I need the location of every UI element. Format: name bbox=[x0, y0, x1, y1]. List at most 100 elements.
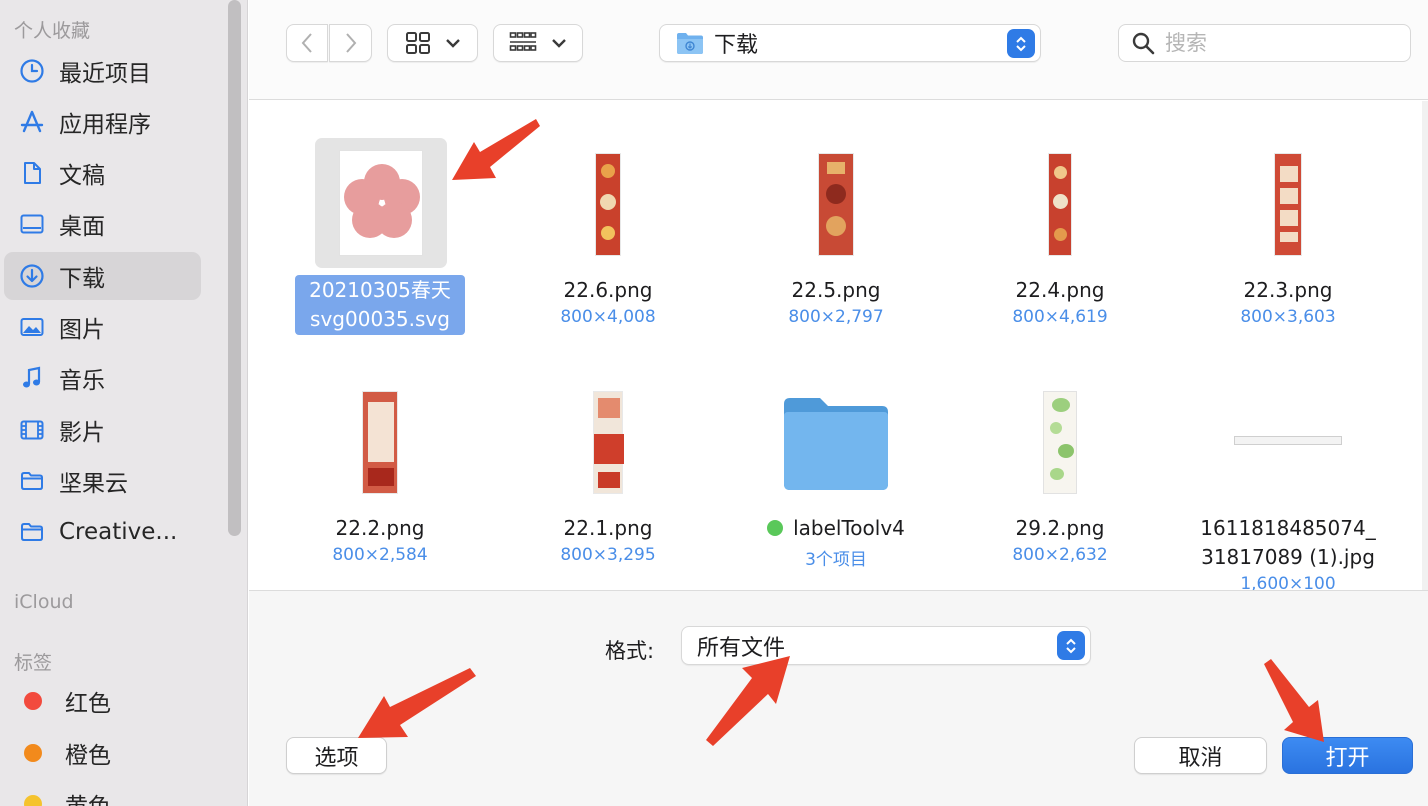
tag-dot-icon bbox=[767, 520, 784, 536]
desktop-icon bbox=[18, 210, 46, 238]
clock-icon bbox=[18, 57, 46, 85]
folder-name: labelToolv4 bbox=[793, 516, 905, 540]
file-item-svg[interactable]: 20210305春天 svg00035.svg bbox=[266, 101, 494, 346]
sidebar-item-recents[interactable]: 最近项目 bbox=[4, 47, 201, 95]
sidebar-item-label: 坚果云 bbox=[59, 471, 128, 497]
image-thumbnail bbox=[1274, 153, 1302, 256]
file-item-png[interactable]: 22.6.png 800×4,008 bbox=[494, 101, 722, 346]
file-name: 1611818485074_ bbox=[1200, 516, 1376, 540]
file-grid: 20210305春天 svg00035.svg 22.6.png 800×4,0… bbox=[249, 101, 1421, 590]
chevron-down-icon bbox=[445, 39, 460, 48]
image-thumbnail bbox=[595, 153, 621, 256]
cancel-button[interactable]: 取消 bbox=[1134, 737, 1267, 774]
file-name: 22.6.png bbox=[563, 278, 653, 302]
sidebar-item-label: 图片 bbox=[59, 317, 105, 343]
search-input[interactable] bbox=[1165, 31, 1405, 55]
file-dimensions: 800×3,603 bbox=[1240, 307, 1336, 327]
sidebar-item-music[interactable]: 音乐 bbox=[4, 354, 201, 402]
group-by-button[interactable] bbox=[493, 24, 583, 62]
chevron-left-icon bbox=[301, 33, 312, 53]
file-name: 22.2.png bbox=[335, 516, 425, 540]
file-item-png[interactable]: 22.2.png 800×2,584 bbox=[266, 346, 494, 590]
sidebar-tag-label: 红色 bbox=[65, 691, 111, 717]
file-item-png[interactable]: 22.3.png 800×3,603 bbox=[1174, 101, 1402, 346]
chevron-right-icon bbox=[345, 33, 356, 53]
sidebar-item-movies[interactable]: 影片 bbox=[4, 406, 201, 454]
music-icon bbox=[18, 364, 46, 392]
image-thumbnail bbox=[1234, 436, 1342, 445]
tag-dot-icon bbox=[24, 744, 42, 762]
folder-item[interactable]: labelToolv4 3个项目 bbox=[722, 346, 950, 590]
tag-dot-icon bbox=[24, 692, 42, 710]
sidebar-item-documents[interactable]: 文稿 bbox=[4, 149, 201, 197]
svg-thumbnail bbox=[339, 150, 423, 256]
file-name: 22.1.png bbox=[563, 516, 653, 540]
folder-icon bbox=[18, 467, 46, 495]
search-field[interactable] bbox=[1118, 24, 1411, 62]
sidebar-item-label: 应用程序 bbox=[59, 112, 151, 138]
file-item-png[interactable]: 22.4.png 800×4,619 bbox=[946, 101, 1174, 346]
file-dimensions: 1,600×100 bbox=[1240, 574, 1336, 590]
file-item-jpg[interactable]: 1611818485074_ 31817089 (1).jpg 1,600×10… bbox=[1174, 346, 1402, 590]
sidebar-tag-label: 黄色 bbox=[65, 787, 111, 806]
photo-icon bbox=[18, 313, 46, 341]
image-thumbnail bbox=[593, 391, 624, 494]
forward-button[interactable] bbox=[329, 24, 372, 62]
stepper-icon bbox=[1007, 29, 1035, 58]
sidebar-item-label: 影片 bbox=[59, 420, 105, 446]
file-dimensions: 800×4,619 bbox=[1012, 307, 1108, 327]
chevron-down-icon bbox=[552, 39, 566, 48]
file-dimensions: 800×2,584 bbox=[332, 545, 428, 565]
file-item-png[interactable]: 22.1.png 800×3,295 bbox=[494, 346, 722, 590]
file-dimensions: 800×3,295 bbox=[560, 545, 656, 565]
folder-item-count: 3个项目 bbox=[805, 550, 867, 570]
applications-icon bbox=[18, 108, 46, 136]
sidebar-item-label: 下载 bbox=[59, 266, 105, 292]
sidebar-tag-label: 橙色 bbox=[65, 743, 111, 769]
sidebar-tag-yellow[interactable]: 黄色 bbox=[4, 780, 201, 806]
sidebar-scrollbar[interactable] bbox=[228, 0, 241, 536]
sidebar-item-label: 最近项目 bbox=[59, 61, 151, 87]
file-name-line2: 31817089 (1).jpg bbox=[1201, 545, 1375, 569]
sidebar-item-applications[interactable]: 应用程序 bbox=[4, 98, 201, 146]
sidebar-item-label: 桌面 bbox=[59, 214, 105, 240]
grid-scrollbar[interactable] bbox=[1422, 101, 1428, 590]
sidebar-tag-red[interactable]: 红色 bbox=[4, 677, 201, 725]
image-thumbnail bbox=[818, 153, 854, 256]
image-thumbnail bbox=[1048, 153, 1072, 256]
file-name-line2: svg00035.svg bbox=[310, 307, 450, 331]
sidebar-item-desktop[interactable]: 桌面 bbox=[4, 200, 201, 248]
format-select[interactable]: 所有文件 bbox=[681, 626, 1091, 665]
view-mode-button[interactable] bbox=[387, 24, 478, 62]
group-grid-icon bbox=[509, 32, 537, 51]
file-item-png[interactable]: 22.5.png 800×2,797 bbox=[722, 101, 950, 346]
favorites-header: 个人收藏 bbox=[14, 20, 91, 42]
options-button[interactable]: 选项 bbox=[286, 737, 387, 774]
location-select[interactable]: 下载 bbox=[659, 24, 1041, 62]
downloads-folder-icon bbox=[677, 33, 703, 54]
format-label: 格式: bbox=[605, 639, 655, 663]
stepper-icon bbox=[1057, 631, 1085, 660]
folder-name-row: labelToolv4 bbox=[722, 514, 950, 543]
sidebar-item-label: Creative... bbox=[59, 519, 178, 545]
format-value: 所有文件 bbox=[697, 635, 786, 661]
file-dimensions: 800×4,008 bbox=[560, 307, 656, 327]
sidebar-item-nutstore[interactable]: 坚果云 bbox=[4, 457, 201, 505]
folder-icon bbox=[784, 398, 888, 490]
file-name: 22.3.png bbox=[1243, 278, 1333, 302]
file-item-png[interactable]: 29.2.png 800×2,632 bbox=[946, 346, 1174, 590]
document-icon bbox=[18, 159, 46, 187]
flower-icon bbox=[344, 164, 420, 238]
file-name: 22.4.png bbox=[1015, 278, 1105, 302]
film-icon bbox=[18, 416, 46, 444]
sidebar-tag-orange[interactable]: 橙色 bbox=[4, 729, 201, 777]
back-button[interactable] bbox=[286, 24, 328, 62]
image-thumbnail bbox=[1043, 391, 1077, 494]
sidebar-item-pictures[interactable]: 图片 bbox=[4, 303, 201, 351]
open-button[interactable]: 打开 bbox=[1282, 737, 1413, 774]
image-thumbnail bbox=[362, 391, 398, 494]
icloud-header: iCloud bbox=[14, 591, 74, 613]
sidebar-item-downloads[interactable]: 下载 bbox=[4, 252, 201, 300]
sidebar-item-creative[interactable]: Creative... bbox=[4, 508, 201, 556]
download-icon bbox=[18, 262, 46, 290]
